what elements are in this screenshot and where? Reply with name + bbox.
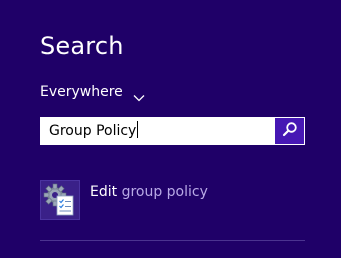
search-box: Group Policy [40,117,305,145]
chevron-down-icon [133,88,145,102]
search-result-label: Edit group policy [90,183,208,201]
search-result-item[interactable]: Edit group policy [40,180,305,222]
search-scope-label: Everywhere [40,84,123,100]
search-input-text: Group Policy [49,123,137,139]
group-policy-icon [40,180,80,220]
search-button[interactable] [275,118,304,144]
search-result-label-prefix: Edit [90,184,122,200]
text-caret [137,121,139,138]
search-icon [282,121,298,141]
search-result-label-rest: group policy [121,184,208,200]
results-divider [40,240,305,241]
search-pane-title: Search [40,32,124,60]
search-scope-dropdown[interactable]: Everywhere [40,82,145,102]
search-input[interactable]: Group Policy [41,118,275,144]
